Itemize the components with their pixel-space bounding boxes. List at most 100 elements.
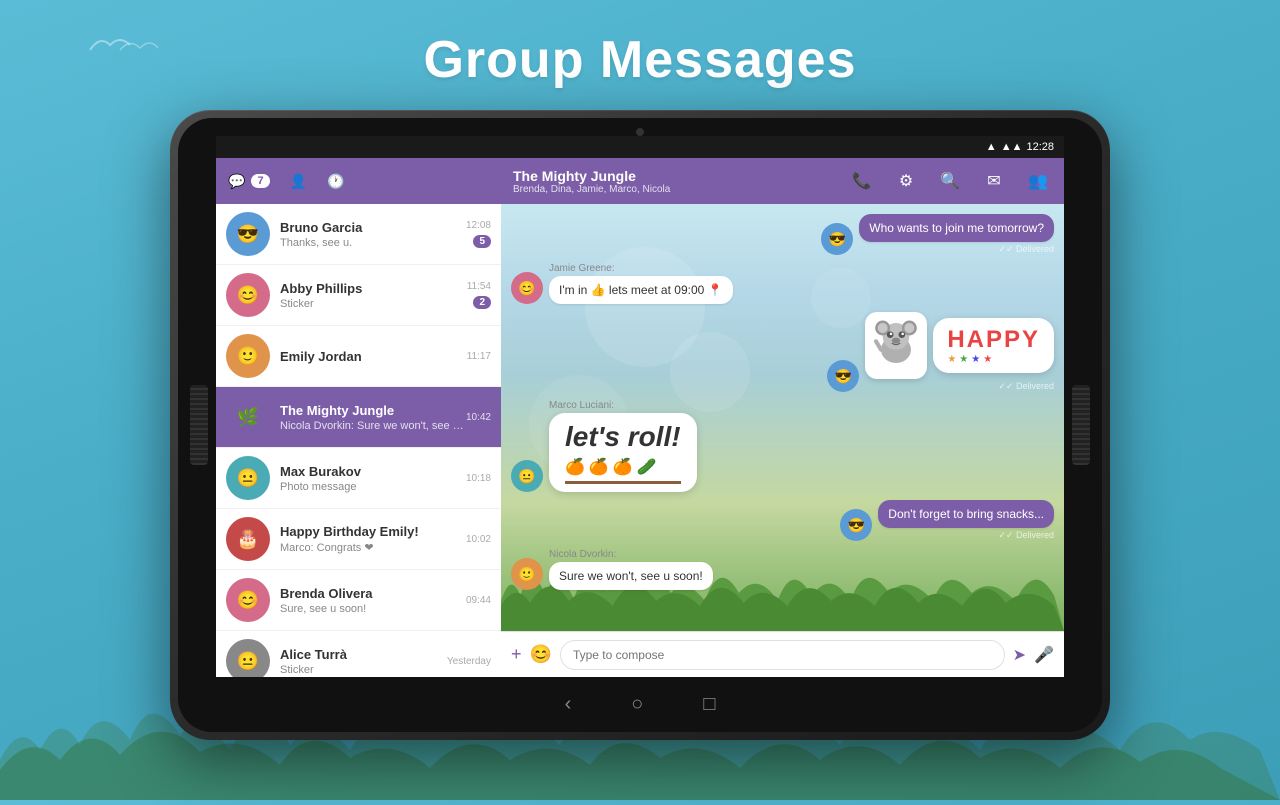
chat-preview: Marco: Congrats ❤ [280,541,466,554]
group-members: Brenda, Dina, Jamie, Marco, Nicola [513,184,832,195]
chat-preview: Sure, see u soon! [280,603,466,615]
signal-icon: ▲▲ [1001,141,1023,153]
chat-meta: Yesterday [447,656,491,667]
sender-avatar: 😎 [821,223,853,255]
mic-button[interactable]: 🎤 [1034,645,1054,665]
chat-list-item[interactable]: 😊 Abby Phillips Sticker 11:54 2 [216,265,501,326]
message-status: ✓✓ Delivered [865,381,1054,392]
message-status: ✓✓ Delivered [859,244,1054,255]
chat-content: Bruno Garcia Thanks, see u. [280,220,466,249]
chat-content: Alice Turrà Sticker [280,647,447,676]
messages-container: Who wants to join me tomorrow? ✓✓ Delive… [501,204,1064,631]
chat-list-item[interactable]: 😐 Max Burakov Photo message 10:18 [216,448,501,509]
group-name: The Mighty Jungle [513,168,832,184]
unread-count: 2 [473,296,491,309]
chat-list-item[interactable]: 😊 Brenda Olivera Sure, see u soon! 09:44 [216,570,501,631]
chat-tab[interactable]: 💬 7 [228,173,270,190]
unread-count: 5 [473,235,491,248]
camera [636,128,644,136]
message-bubble: Don't forget to bring snacks... ✓✓ Deliv… [878,500,1054,541]
page-title: Group Messages [0,30,1280,90]
add-button[interactable]: + [511,644,522,665]
chat-list-item[interactable]: 🙂 Emily Jordan 11:17 [216,326,501,387]
settings-button[interactable]: ⚙ [892,167,920,195]
chat-content: The Mighty Jungle Nicola Dvorkin: Sure w… [280,403,466,432]
message-text: Who wants to join me tomorrow? [869,221,1044,235]
message-row: 🙂 Nicola Dvorkin: Sure we won't, see u s… [511,549,1054,590]
bubble: Don't forget to bring snacks... [878,500,1054,528]
chat-avatar: 🎂 [226,517,270,561]
chat-time: 10:42 [466,412,491,423]
sticker-bubble: Marco Luciani: let's roll! 🍊 🍊 🍊 🥒 [549,400,697,492]
sticker-bubble: HAPPY ★ ★ ★ ★ [865,312,1054,392]
chat-header: The Mighty Jungle Brenda, Dina, Jamie, M… [501,158,1064,204]
call-button[interactable]: 📞 [848,167,876,195]
chat-avatar: 😊 [226,578,270,622]
new-message-button[interactable]: ✉ [980,167,1008,195]
message-text: Don't forget to bring snacks... [888,507,1044,521]
chat-list: 😎 Bruno Garcia Thanks, see u. 12:08 5 😊 … [216,204,501,677]
input-bar: + 😊 ➤ 🎤 [501,631,1064,677]
search-button[interactable]: 🔍 [936,167,964,195]
message-text: I'm in 👍 lets meet at 09:00 [559,283,704,297]
bubble: Sure we won't, see u soon! [549,562,713,590]
home-button[interactable]: ○ [631,693,643,716]
chat-avatar: 😊 [226,273,270,317]
chat-name: Bruno Garcia [280,220,466,235]
chat-content: Happy Birthday Emily! Marco: Congrats ❤ [280,524,466,554]
chat-name: The Mighty Jungle [280,403,466,418]
message-bubble: Jamie Greene: I'm in 👍 lets meet at 09:0… [549,263,733,304]
chat-meta: 10:02 [466,534,491,545]
chat-name: Abby Phillips [280,281,467,296]
fruit-emoji-3: 🍊 [613,457,633,477]
chat-avatar: 🙂 [226,334,270,378]
chat-time: 09:44 [466,595,491,606]
sender-avatar: 😎 [840,509,872,541]
chat-time: 12:08 [466,220,491,231]
fruit-emoji-1: 🍊 [565,457,585,477]
chat-avatar: 😎 [226,212,270,256]
recents-button[interactable]: □ [703,693,715,716]
koala-sticker [865,312,927,379]
lets-roll-text: let's roll! [565,421,681,453]
chat-name: Emily Jordan [280,349,467,364]
profile-tab[interactable]: 👤 [290,173,307,190]
wifi-icon: ▲ [986,141,997,153]
message-row: 😊 Jamie Greene: I'm in 👍 lets meet at 09… [511,263,1054,304]
add-member-button[interactable]: 👥 [1024,167,1052,195]
chat-list-item[interactable]: 🌿 The Mighty Jungle Nicola Dvorkin: Sure… [216,387,501,448]
chat-content: Brenda Olivera Sure, see u soon! [280,586,466,615]
chat-list-item[interactable]: 😎 Bruno Garcia Thanks, see u. 12:08 5 [216,204,501,265]
chat-preview: Thanks, see u. [280,237,466,249]
send-button[interactable]: ➤ [1013,645,1026,665]
tablet-screen: ▲ ▲▲ 12:28 💬 7 👤 🕐 [178,118,1102,732]
unread-badge: 7 [251,174,269,188]
android-nav-bar: ‹ ○ □ [178,677,1102,732]
tablet-frame: ▲ ▲▲ 12:28 💬 7 👤 🕐 [170,110,1110,740]
chat-name: Max Burakov [280,464,466,479]
recent-tab[interactable]: 🕐 [327,173,344,190]
time-display: 12:28 [1026,141,1054,153]
chat-meta: 10:18 [466,473,491,484]
message-input[interactable] [560,640,1005,670]
chat-preview: Sticker [280,664,447,676]
chat-name: Alice Turrà [280,647,447,662]
back-button[interactable]: ‹ [565,693,572,716]
message-status: ✓✓ Delivered [878,530,1054,541]
chat-list-item[interactable]: 🎂 Happy Birthday Emily! Marco: Congrats … [216,509,501,570]
app-screen: ▲ ▲▲ 12:28 💬 7 👤 🕐 [216,136,1064,677]
chat-content: Abby Phillips Sticker [280,281,467,310]
message-text: Sure we won't, see u soon! [559,569,703,583]
speaker-left [190,385,208,465]
bubble: I'm in 👍 lets meet at 09:00 📍 [549,276,733,304]
chat-content: Max Burakov Photo message [280,464,466,493]
chat-icon: 💬 [228,173,245,190]
chat-preview: Nicola Dvorkin: Sure we won't, see u soo… [280,420,466,432]
chat-meta: 11:17 [467,351,491,362]
sticker-button[interactable]: 😊 [530,644,552,665]
chat-meta: 12:08 5 [466,220,491,248]
chat-meta: 11:54 2 [467,281,491,309]
chat-time: 10:18 [466,473,491,484]
chat-panel: The Mighty Jungle Brenda, Dina, Jamie, M… [501,158,1064,677]
chat-list-item[interactable]: 😐 Alice Turrà Sticker Yesterday [216,631,501,677]
